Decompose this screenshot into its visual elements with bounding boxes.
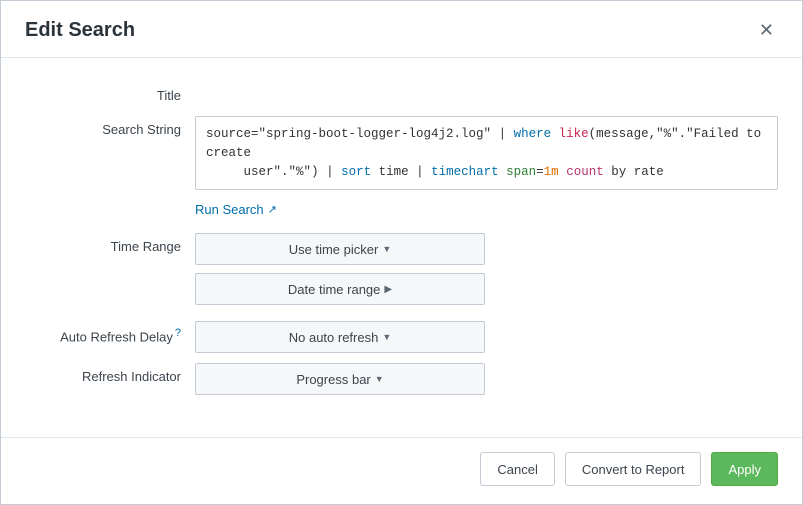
modal-body: Title Search String source="spring-boot-…	[1, 58, 802, 437]
auto-refresh-dropdown[interactable]: No auto refresh ▼	[195, 321, 485, 353]
modal-footer: Cancel Convert to Report Apply	[1, 437, 802, 504]
title-label: Title	[25, 82, 195, 103]
refresh-indicator-label: Refresh Indicator	[25, 363, 195, 384]
caret-down-icon: ▼	[382, 244, 391, 254]
caret-down-icon: ▼	[375, 374, 384, 384]
time-range-label: Time Range	[25, 233, 195, 254]
external-link-icon: ↗	[268, 203, 277, 216]
auto-refresh-value: No auto refresh	[289, 330, 379, 345]
run-search-link[interactable]: Run Search ↗	[195, 198, 277, 223]
refresh-indicator-dropdown[interactable]: Progress bar ▼	[195, 363, 485, 395]
caret-right-icon: ▶	[384, 284, 392, 295]
title-input[interactable]	[195, 82, 778, 106]
help-icon[interactable]: ?	[175, 327, 181, 339]
refresh-indicator-value: Progress bar	[296, 372, 370, 387]
search-string-label: Search String	[25, 116, 195, 137]
time-picker-value: Use time picker	[289, 242, 379, 257]
close-icon[interactable]: ✕	[755, 17, 778, 43]
cancel-button[interactable]: Cancel	[480, 452, 554, 486]
edit-search-modal: Edit Search ✕ Title Search String source…	[0, 0, 803, 505]
auto-refresh-label-text: Auto Refresh Delay	[60, 330, 173, 345]
date-time-range-value: Date time range	[288, 282, 381, 297]
convert-to-report-button[interactable]: Convert to Report	[565, 452, 702, 486]
search-string-input[interactable]: source="spring-boot-logger-log4j2.log" |…	[195, 116, 778, 190]
run-search-label: Run Search	[195, 202, 264, 217]
time-picker-dropdown[interactable]: Use time picker ▼	[195, 233, 485, 265]
modal-title: Edit Search	[25, 19, 135, 42]
modal-header: Edit Search ✕	[1, 1, 802, 58]
date-time-range-dropdown[interactable]: Date time range ▶	[195, 273, 485, 305]
caret-down-icon: ▼	[382, 332, 391, 342]
auto-refresh-label: Auto Refresh Delay?	[25, 321, 195, 344]
apply-button[interactable]: Apply	[711, 452, 778, 486]
